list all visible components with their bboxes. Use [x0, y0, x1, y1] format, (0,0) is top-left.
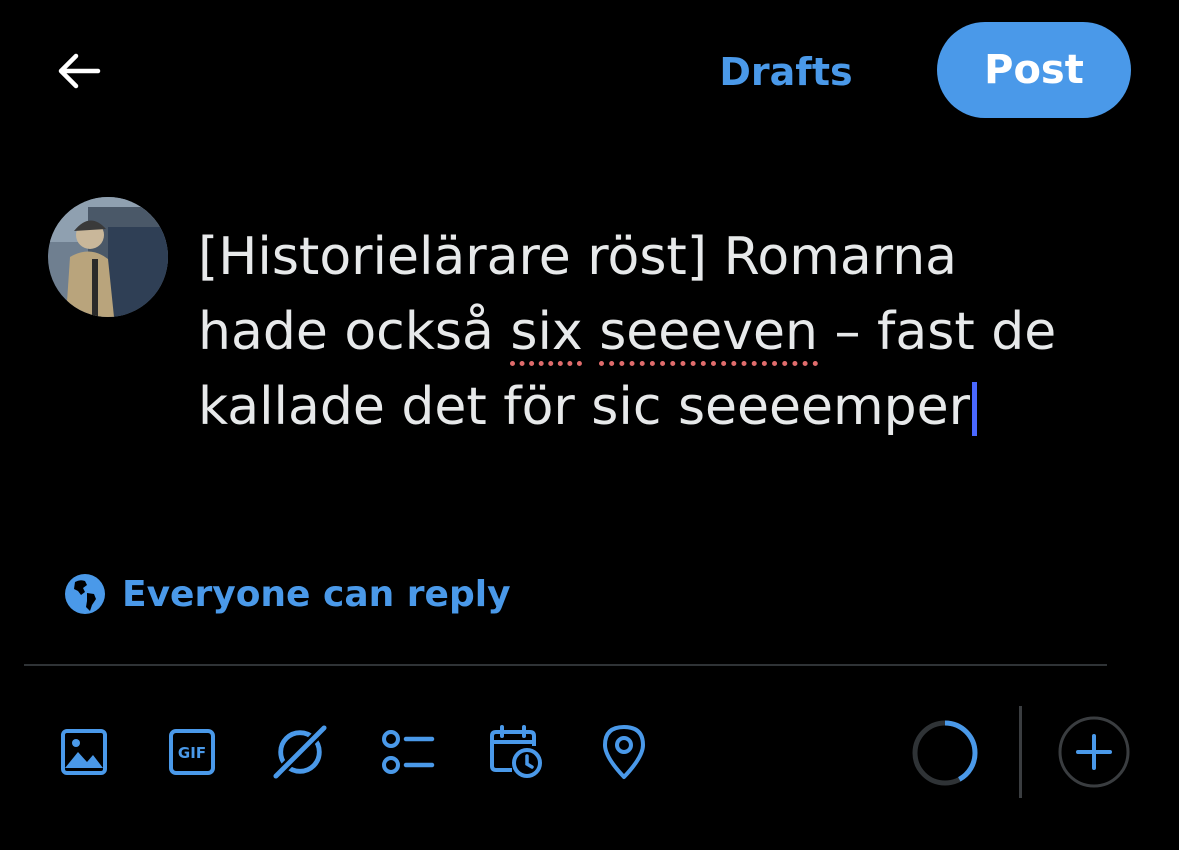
- divider: [24, 664, 1107, 666]
- post-text-part: [583, 302, 600, 362]
- globe-icon: [65, 574, 105, 614]
- add-gif-button[interactable]: GIF: [164, 722, 220, 782]
- reply-setting-button[interactable]: Everyone can reply: [64, 568, 511, 620]
- misspelled-word[interactable]: six: [510, 302, 582, 362]
- misspelled-word[interactable]: seeeven: [599, 302, 818, 362]
- avatar-image: [48, 197, 168, 317]
- grok-icon: [272, 724, 328, 780]
- add-poll-button[interactable]: [380, 722, 436, 782]
- avatar[interactable]: [48, 197, 168, 317]
- reply-setting-label: Everyone can reply: [122, 573, 511, 615]
- gif-label: GIF: [178, 744, 206, 762]
- text-caret: [972, 382, 978, 436]
- location-icon: [603, 725, 645, 779]
- schedule-post-button[interactable]: [488, 722, 544, 782]
- grok-button[interactable]: [272, 722, 328, 782]
- poll-icon: [382, 730, 435, 774]
- schedule-icon: [490, 725, 542, 778]
- arrow-left-icon: [58, 53, 101, 89]
- toolbar-separator: [1019, 706, 1022, 798]
- drafts-button[interactable]: Drafts: [708, 42, 864, 102]
- image-icon: [61, 729, 107, 775]
- plus-icon: [1076, 734, 1112, 770]
- post-text-input[interactable]: [Historielärare röst] Romarna hade också…: [198, 220, 1138, 445]
- add-location-button[interactable]: [596, 722, 652, 782]
- back-button[interactable]: [48, 44, 108, 98]
- add-thread-button[interactable]: [1058, 716, 1130, 788]
- add-image-button[interactable]: [56, 722, 112, 782]
- gif-icon: GIF: [169, 729, 215, 775]
- character-count-ring: [912, 720, 978, 786]
- post-button[interactable]: Post: [937, 22, 1131, 118]
